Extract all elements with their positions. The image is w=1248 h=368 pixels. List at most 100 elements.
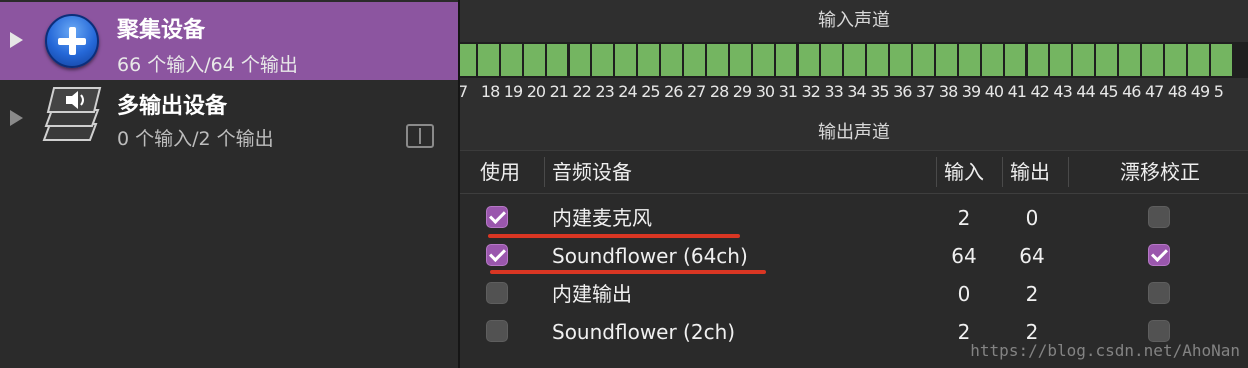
channel-number: 24 xyxy=(618,82,637,101)
channel-cell xyxy=(615,44,637,76)
watermark: https://blog.csdn.net/AhoNan xyxy=(970,341,1240,360)
channel-cell xyxy=(1164,44,1186,76)
device-sidebar: 聚集设备 66 个输入/64 个输出 多输出设备 0 个输入/2 个输出 xyxy=(0,0,458,368)
channel-cell xyxy=(1210,44,1232,76)
channel-number-row: 7 18 19 20 21 22 23 24 25 26 27 28 29 30 31 32 33 34 35 36 3… xyxy=(460,82,1248,104)
outputs-cell: 0 xyxy=(1025,206,1039,230)
inputs-cell: 64 xyxy=(951,244,977,268)
column-separator xyxy=(1002,157,1003,187)
channel-number: 21 xyxy=(549,82,569,101)
channel-number: 31 xyxy=(778,82,798,101)
channel-number: 32 xyxy=(801,82,821,101)
channel-cell xyxy=(1119,44,1140,76)
channel-cell xyxy=(752,44,774,76)
column-header-use[interactable]: 使用 xyxy=(480,151,520,193)
column-header-device[interactable]: 音频设备 xyxy=(552,151,632,193)
drift-correction-checkbox[interactable] xyxy=(1148,206,1170,228)
channel-number: 33 xyxy=(824,82,843,101)
channel-cell xyxy=(1050,44,1072,76)
channel-number: 41 xyxy=(1007,82,1027,101)
channel-cell xyxy=(460,44,476,76)
channel-number: 36 xyxy=(893,82,912,101)
channel-number: 29 xyxy=(732,82,752,101)
column-separator xyxy=(544,157,545,187)
drift-correction-checkbox[interactable] xyxy=(1148,282,1170,304)
inputs-cell: 0 xyxy=(957,282,971,306)
annotation-underline xyxy=(488,234,740,238)
drift-correction-checkbox[interactable] xyxy=(1148,244,1170,266)
input-channel-strip xyxy=(460,42,1248,78)
column-separator xyxy=(936,157,937,187)
channel-number: 34 xyxy=(847,82,866,101)
channel-cell xyxy=(1004,44,1026,76)
channel-cell xyxy=(523,44,545,76)
disclosure-triangle-icon[interactable] xyxy=(10,32,23,48)
column-header-inputs[interactable]: 输入 xyxy=(944,151,984,193)
channel-number: 25 xyxy=(641,82,660,101)
device-name: 多输出设备 xyxy=(117,94,228,119)
channel-cell xyxy=(592,44,614,76)
column-header-drift-correction[interactable]: 漂移校正 xyxy=(1120,151,1200,193)
use-checkbox[interactable] xyxy=(486,320,508,342)
inputs-cell: 2 xyxy=(957,206,971,230)
disclosure-triangle-icon[interactable] xyxy=(10,110,23,126)
channel-cell xyxy=(890,44,911,76)
channel-number: 35 xyxy=(870,82,889,101)
channel-cell xyxy=(546,44,568,76)
column-header-outputs[interactable]: 输出 xyxy=(1010,151,1050,193)
channel-cell xyxy=(821,44,843,76)
channel-number: 18 xyxy=(480,82,500,101)
channel-cell xyxy=(867,44,889,76)
channel-cell xyxy=(500,44,522,76)
channel-number: 40 xyxy=(984,82,1004,101)
channel-number: 47 xyxy=(1145,82,1164,101)
channel-number: 48 xyxy=(1167,82,1187,101)
drift-correction-checkbox[interactable] xyxy=(1148,320,1170,342)
channel-cell xyxy=(1187,44,1209,76)
outputs-cell: 64 xyxy=(1019,244,1045,268)
use-checkbox[interactable] xyxy=(486,206,508,228)
device-io-summary: 66 个输入/64 个输出 xyxy=(117,54,298,76)
audio-device-table: 使用 音频设备 输入 输出 漂移校正 内建麦克风 2 0 Soundflower… xyxy=(460,150,1248,368)
channel-cell xyxy=(477,44,499,76)
use-checkbox[interactable] xyxy=(486,244,508,266)
channel-cell xyxy=(729,44,751,76)
outputs-cell: 2 xyxy=(1025,282,1039,306)
finder-icon[interactable] xyxy=(406,124,434,148)
output-channels-title: 输出声道 xyxy=(818,122,890,143)
channel-cell xyxy=(913,44,934,76)
channel-number: 28 xyxy=(709,82,729,101)
channel-cell xyxy=(935,44,957,76)
table-row[interactable]: 内建输出 0 2 xyxy=(460,275,1248,313)
channel-number: 27 xyxy=(687,82,706,101)
channel-cell xyxy=(684,44,705,76)
channel-cell xyxy=(798,44,820,76)
channel-number: 39 xyxy=(961,82,981,101)
use-checkbox[interactable] xyxy=(486,282,508,304)
device-io-summary: 0 个输入/2 个输出 xyxy=(117,128,274,150)
table-row[interactable]: 内建麦克风 2 0 xyxy=(460,199,1248,237)
channel-number: 42 xyxy=(1030,82,1050,101)
channel-number: 46 xyxy=(1122,82,1141,101)
channel-cell xyxy=(775,44,797,76)
channel-number: 30 xyxy=(755,82,775,101)
channel-number: 37 xyxy=(916,82,935,101)
device-item-aggregate[interactable]: 聚集设备 66 个输入/64 个输出 xyxy=(0,2,458,80)
multi-output-device-icon xyxy=(42,87,102,141)
channel-number: 43 xyxy=(1053,82,1072,101)
channel-number: 44 xyxy=(1076,82,1095,101)
channel-cell xyxy=(1073,44,1095,76)
channel-cell xyxy=(638,44,660,76)
channel-number: 38 xyxy=(938,82,958,101)
aggregate-device-plus-icon xyxy=(45,14,99,68)
channel-number: 22 xyxy=(572,82,592,101)
device-name-cell: 内建麦克风 xyxy=(552,206,652,230)
channel-cell xyxy=(958,44,980,76)
column-separator xyxy=(1068,157,1069,187)
device-name-cell: Soundflower (2ch) xyxy=(552,320,736,344)
annotation-underline xyxy=(490,270,766,274)
channel-number: 5 xyxy=(1213,82,1224,101)
device-detail-panel: 输入声道 7 18 19 20 21 22 23 24 25 26 27 28 29 30 31 32 33 34… xyxy=(460,0,1248,368)
channel-number: 7 xyxy=(460,82,468,101)
channel-number: 19 xyxy=(503,82,523,101)
